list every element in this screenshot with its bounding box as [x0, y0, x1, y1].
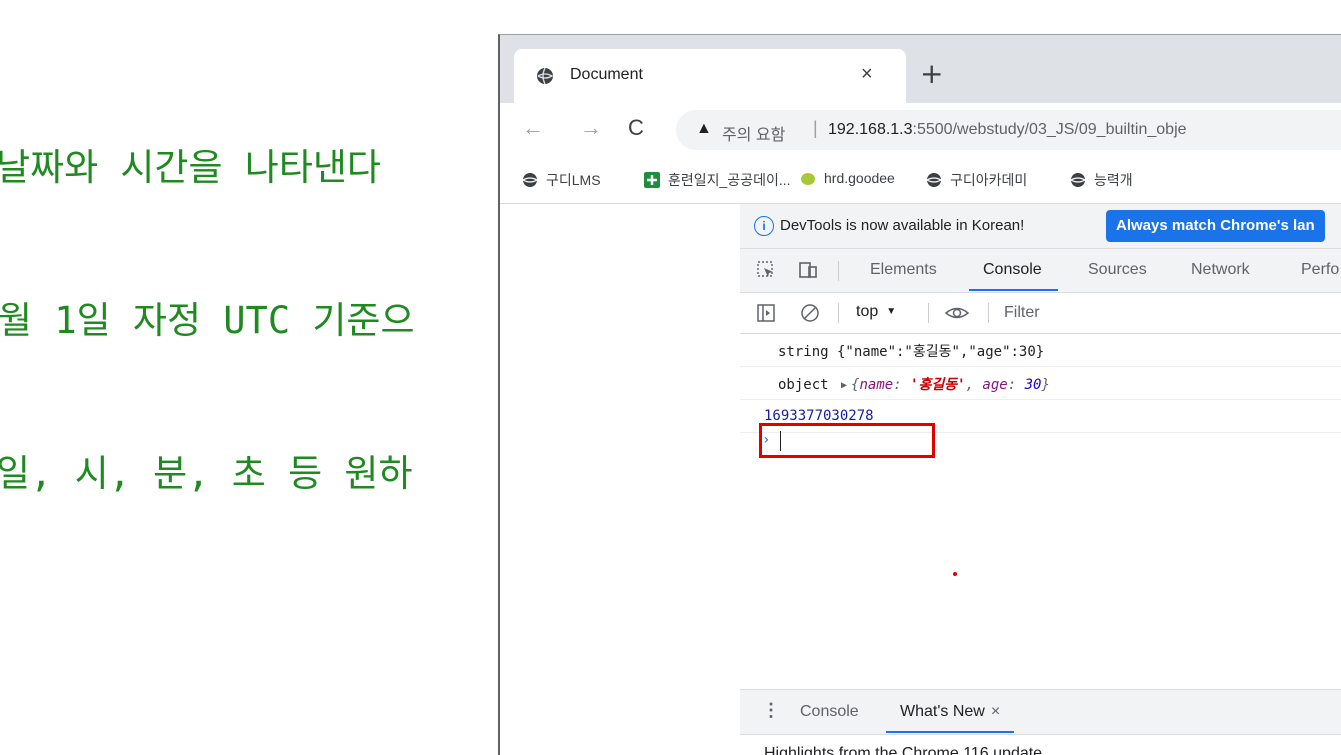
- close-icon[interactable]: ×: [991, 703, 1000, 720]
- back-button[interactable]: ←: [522, 115, 544, 141]
- log-object-line: object ▶ {name: '홍길동', age: 30}: [778, 377, 1050, 393]
- globe-icon: [522, 173, 538, 187]
- reload-button[interactable]: C: [628, 115, 644, 141]
- console-log-object[interactable]: object ▶ {name: '홍길동', age: 30}: [740, 367, 1341, 400]
- tab-console[interactable]: Console: [969, 261, 1058, 291]
- live-expression-eye-icon[interactable]: [944, 303, 970, 323]
- devtools-infobar: i DevTools is now available in Korean! A…: [740, 204, 1341, 249]
- bookmark-item-ability[interactable]: 능력개: [1070, 170, 1133, 190]
- always-match-language-button[interactable]: Always match Chrome's lan: [1106, 210, 1325, 242]
- bookmarks-bar: 구디LMS 훈련일지_공공데이... hrd.goodee 구디아카데미 능력개: [500, 157, 1341, 204]
- device-toolbar-icon[interactable]: [798, 260, 818, 280]
- security-warning-text[interactable]: 주의 요함: [722, 121, 785, 145]
- address-bar[interactable]: ▲ 주의 요함 | 192.168.1.3:5500/webstudy/03_J…: [676, 110, 1341, 150]
- url-path: :5500/webstudy/03_JS/09_builtin_obje: [912, 121, 1187, 138]
- tab-elements[interactable]: Elements: [870, 261, 937, 279]
- context-selector[interactable]: top ▼: [856, 303, 896, 321]
- tab-performance[interactable]: Perfo: [1301, 261, 1339, 279]
- warning-icon[interactable]: ▲: [696, 120, 712, 138]
- object-value-age: 30: [1024, 377, 1042, 393]
- toolbar-separator: [838, 303, 839, 323]
- bookmark-item-hrd-goodee[interactable]: hrd.goodee: [800, 170, 895, 186]
- omnibox-separator: |: [813, 118, 818, 138]
- browser-window: Document × + ← → C ▲ 주의 요함 | 192.168.1.3…: [498, 34, 1341, 755]
- tab-title: Document: [570, 66, 643, 83]
- devtools-panel: i DevTools is now available in Korean! A…: [740, 204, 1341, 755]
- bookmark-label: 능력개: [1094, 172, 1133, 188]
- object-value-name: '홍길동': [910, 377, 966, 393]
- bookmark-item-gudi-academy[interactable]: 구디아카데미: [926, 170, 1027, 190]
- drawer-menu-icon[interactable]: ⋮: [762, 700, 780, 721]
- tab-separator: [838, 261, 839, 281]
- object-key-age: age: [982, 377, 1008, 393]
- new-tab-button[interactable]: +: [920, 57, 943, 90]
- globe-icon: [1070, 173, 1086, 187]
- context-value: top: [856, 303, 879, 320]
- toolbar-separator: [928, 303, 929, 323]
- filter-input[interactable]: Filter: [1004, 304, 1040, 322]
- whats-new-heading: Highlights from the Chrome 116 update: [764, 745, 1043, 755]
- log-number: 1693377030278: [764, 408, 874, 424]
- url-host: 192.168.1.3: [828, 121, 913, 138]
- expand-triangle-icon[interactable]: ▶: [841, 380, 847, 391]
- forward-button[interactable]: →: [580, 115, 602, 141]
- drawer-tab-label: What's New: [900, 703, 985, 720]
- infobar-text: DevTools is now available in Korean!: [780, 217, 1025, 234]
- bookmark-label: 구디LMS: [546, 172, 601, 188]
- clear-console-icon[interactable]: [800, 303, 820, 323]
- tab-network[interactable]: Network: [1191, 261, 1250, 279]
- bookmark-label: 훈련일지_공공데이...: [668, 172, 791, 188]
- background-line-3: 일, 시, 분, 초 등 원하: [0, 452, 413, 495]
- log-prefix: object: [778, 377, 829, 393]
- bookmark-item-gudi-lms[interactable]: 구디LMS: [522, 170, 601, 190]
- red-dot-annotation: [953, 572, 957, 576]
- globe-icon: [537, 67, 554, 85]
- background-line-2: 월 1일 자정 UTC 기준으: [0, 299, 415, 342]
- info-icon: i: [754, 216, 774, 236]
- url-text[interactable]: 192.168.1.3:5500/webstudy/03_JS/09_built…: [828, 121, 1187, 139]
- bookmark-label: 구디아카데미: [950, 172, 1028, 188]
- dropdown-arrow-icon: ▼: [886, 306, 897, 317]
- console-log-string[interactable]: string {"name":"홍길동","age":30}: [740, 334, 1341, 367]
- bookmark-label: hrd.goodee: [824, 170, 895, 186]
- toolbar-separator: [988, 303, 989, 323]
- highlight-annotation-box: [759, 423, 935, 458]
- log-text: string {"name":"홍길동","age":30}: [778, 344, 1045, 360]
- inspect-element-icon[interactable]: [756, 260, 776, 280]
- console-output: string {"name":"홍길동","age":30} object ▶{…: [740, 334, 1341, 684]
- drawer-tab-console[interactable]: Console: [800, 703, 859, 721]
- tab-strip: Document × +: [500, 35, 1341, 103]
- drawer-tab-whats-new[interactable]: What's New ×: [885, 703, 1015, 733]
- background-line-1: 날짜와 시간을 나타낸다: [0, 146, 381, 189]
- plus-box-icon: [644, 172, 660, 188]
- tab-close-icon[interactable]: ×: [861, 63, 873, 86]
- background-code-text: 날짜와 시간을 나타낸다 월 1일 자정 UTC 기준으 일, 시, 분, 초 …: [0, 40, 415, 550]
- leaf-icon: [801, 173, 815, 185]
- console-toolbar: top ▼ Filter: [740, 293, 1341, 334]
- tab-document[interactable]: Document ×: [514, 49, 906, 103]
- globe-icon: [926, 173, 942, 187]
- bookmark-item-training-log[interactable]: 훈련일지_공공데이...: [644, 170, 791, 190]
- devtools-tab-bar: Elements Console Sources Network Perfo: [740, 249, 1341, 293]
- browser-toolbar: ← → C ▲ 주의 요함 | 192.168.1.3:5500/webstud…: [500, 103, 1341, 157]
- sidebar-toggle-icon[interactable]: [756, 303, 776, 323]
- drawer-tab-bar: ⋮ Console What's New ×: [740, 689, 1341, 735]
- object-key-name: name: [859, 377, 894, 393]
- tab-sources[interactable]: Sources: [1088, 261, 1147, 279]
- page-viewport[interactable]: [500, 204, 741, 755]
